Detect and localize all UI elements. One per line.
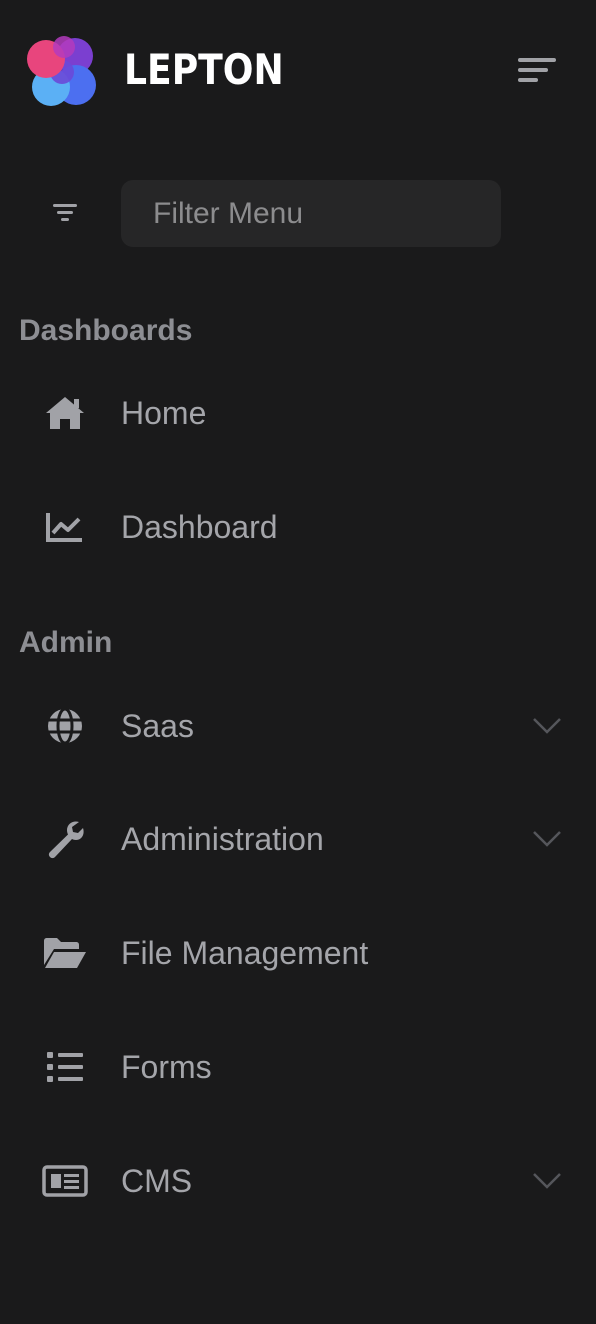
- menu-item-label: Home: [121, 395, 207, 431]
- menu-item-dashboard[interactable]: Dashboard: [0, 482, 596, 572]
- newspaper-icon: [42, 1159, 88, 1203]
- menu-item-forms[interactable]: Forms: [0, 1022, 596, 1112]
- menu-item-label: Forms: [121, 1049, 212, 1085]
- chevron-down-icon[interactable]: [530, 824, 564, 854]
- brand-header: LEPTON: [0, 0, 596, 145]
- chevron-down-icon[interactable]: [530, 1166, 564, 1196]
- list-icon: [42, 1045, 88, 1089]
- chevron-down-icon[interactable]: [530, 711, 564, 741]
- section-title-admin: Admin: [19, 626, 113, 659]
- menu-item-administration[interactable]: Administration: [0, 794, 596, 884]
- sidebar: LEPTON Dashboards Home: [0, 0, 596, 1324]
- section-title-dashboards: Dashboards: [19, 314, 193, 347]
- menu-toggle-icon[interactable]: [508, 50, 564, 90]
- filter-icon: [48, 196, 82, 230]
- brand-name: LEPTON: [124, 45, 284, 94]
- wrench-icon: [42, 817, 88, 861]
- menu-item-cms[interactable]: CMS: [0, 1136, 596, 1226]
- chart-line-icon: [42, 505, 88, 549]
- filter-menu-input[interactable]: [121, 180, 501, 247]
- globe-icon: [42, 704, 88, 748]
- menu-item-label: Saas: [121, 708, 194, 744]
- lepton-logo-icon[interactable]: [24, 32, 100, 110]
- menu-item-label: Administration: [121, 821, 324, 857]
- menu-item-label: File Management: [121, 935, 369, 971]
- menu-item-home[interactable]: Home: [0, 368, 596, 458]
- folder-open-icon: [42, 931, 88, 975]
- home-icon: [42, 391, 88, 435]
- menu-item-label: Dashboard: [121, 509, 278, 545]
- menu-item-label: CMS: [121, 1163, 193, 1199]
- menu-item-saas[interactable]: Saas: [0, 681, 596, 771]
- menu-item-file-management[interactable]: File Management: [0, 908, 596, 998]
